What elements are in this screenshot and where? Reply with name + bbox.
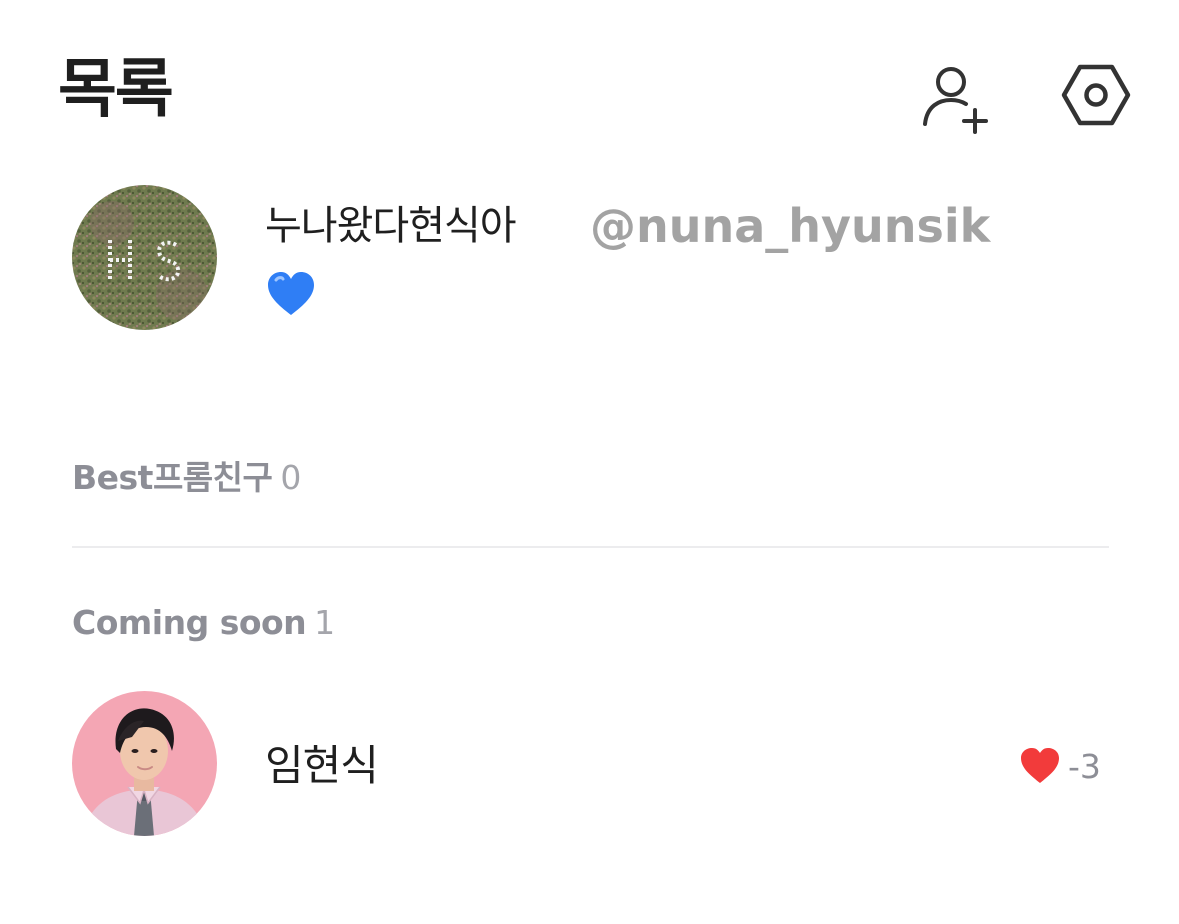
section-best-count: 0 <box>280 458 301 497</box>
section-best-friends: Best프롬친구 0 <box>72 458 301 498</box>
divider <box>72 546 1109 548</box>
section-coming-soon-count: 1 <box>314 603 335 642</box>
friend-name[interactable]: 임현식 <box>265 740 379 792</box>
blue-heart-icon <box>266 271 316 319</box>
red-heart-icon <box>1021 748 1059 783</box>
person-add-icon[interactable] <box>917 62 993 138</box>
section-coming-soon: Coming soon 1 <box>72 603 335 643</box>
friend-score: -3 <box>1020 742 1101 790</box>
watermark-text: @nuna_hyunsik <box>590 199 991 253</box>
section-best-label: Best프롬친구 <box>72 458 273 497</box>
profile-name: 누나왔다현식아 <box>265 203 517 249</box>
profile-avatar[interactable] <box>72 185 217 330</box>
page-title: 목록 <box>58 53 174 127</box>
section-coming-soon-label: Coming soon <box>72 603 307 642</box>
friend-avatar[interactable] <box>72 691 217 836</box>
friend-score-value: -3 <box>1068 746 1101 786</box>
settings-icon[interactable] <box>1058 58 1134 134</box>
